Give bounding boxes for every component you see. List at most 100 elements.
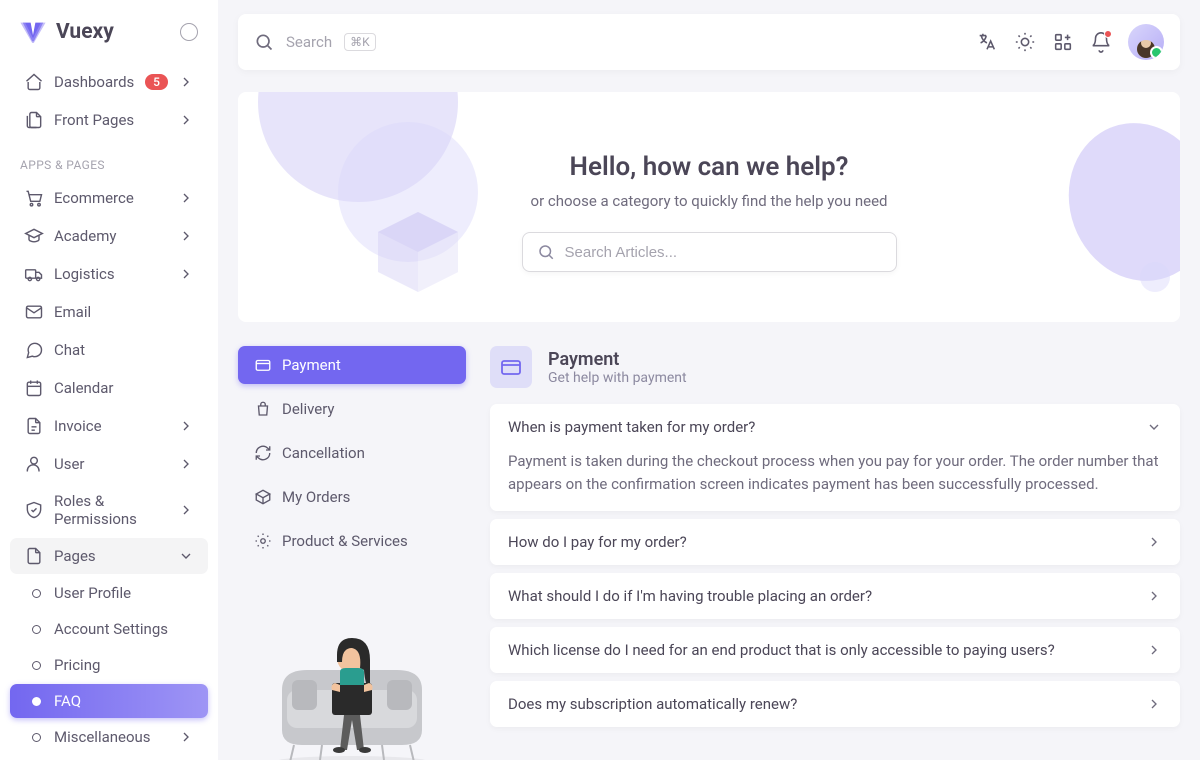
brand-logo-icon (20, 21, 46, 43)
faq-tab-label: My Orders (282, 488, 350, 506)
sidebar-item-ecommerce[interactable]: Ecommerce (10, 180, 208, 216)
sidebar-subitem-miscellaneous[interactable]: Miscellaneous (10, 720, 208, 754)
sidebar-item-invoice[interactable]: Invoice (10, 408, 208, 444)
sidebar-item-label: User Profile (54, 584, 194, 602)
sidebar-toggle-icon[interactable] (180, 23, 198, 41)
sidebar-item-front-pages[interactable]: Front Pages (10, 102, 208, 138)
sidebar-subitem-faq[interactable]: FAQ (10, 684, 208, 718)
chevron-right-icon (178, 266, 194, 282)
chevron-right-icon (1146, 588, 1162, 604)
cart-icon (24, 188, 44, 208)
sidebar-item-chat[interactable]: Chat (10, 332, 208, 368)
sidebar-item-label: Miscellaneous (54, 728, 168, 746)
bell-icon[interactable] (1090, 31, 1112, 53)
invoice-icon (24, 416, 44, 436)
search-icon (254, 32, 274, 52)
sidebar-item-calendar[interactable]: Calendar (10, 370, 208, 406)
bullet-icon (28, 733, 44, 742)
rotate-icon (254, 444, 272, 462)
sidebar-item-label: FAQ (54, 692, 194, 710)
sidebar-subitem-account-settings[interactable]: Account Settings (10, 612, 208, 646)
apps-icon[interactable] (1052, 31, 1074, 53)
theme-icon[interactable] (1014, 31, 1036, 53)
sidebar-subitem-user-profile[interactable]: User Profile (10, 576, 208, 610)
chevron-right-icon (178, 74, 194, 90)
faq-item: How do I pay for my order? (490, 519, 1180, 565)
sidebar-item-label: Pages (54, 547, 168, 565)
sidebar-item-label: Logistics (54, 265, 168, 283)
card-icon (254, 356, 272, 374)
chevron-right-icon (178, 418, 194, 434)
sidebar: Vuexy Dashboards 5 Front Pages APPS & PA… (0, 0, 218, 760)
search-kbd: ⌘K (344, 33, 376, 51)
faq-question-toggle[interactable]: Which license do I need for an end produ… (490, 627, 1180, 673)
deco-dot (1140, 262, 1170, 292)
faq-question-toggle[interactable]: When is payment taken for my order? (490, 404, 1180, 450)
chevron-down-icon (178, 548, 194, 564)
chat-icon (24, 340, 44, 360)
section-label: APPS & PAGES (0, 140, 218, 178)
sidebar-item-label: Account Settings (54, 620, 194, 638)
language-icon[interactable] (976, 31, 998, 53)
topbar: Search ⌘K (238, 14, 1180, 70)
faq-item: Which license do I need for an end produ… (490, 627, 1180, 673)
sidebar-subitem-authentication[interactable]: Authentication (10, 756, 208, 760)
faq-tab-cancellation[interactable]: Cancellation (238, 434, 466, 472)
chevron-right-icon (178, 228, 194, 244)
hero-search[interactable] (522, 232, 897, 272)
sidebar-item-roles-permissions[interactable]: Roles & Permissions (10, 484, 208, 536)
faq-question: Which license do I need for an end produ… (508, 641, 1146, 659)
faq-tab-my-orders[interactable]: My Orders (238, 478, 466, 516)
faq-item: Does my subscription automatically renew… (490, 681, 1180, 727)
chevron-right-icon (178, 112, 194, 128)
brand[interactable]: Vuexy (0, 12, 218, 62)
bullet-icon (28, 625, 44, 634)
faq-question: Does my subscription automatically renew… (508, 695, 1146, 713)
sidebar-item-logistics[interactable]: Logistics (10, 256, 208, 292)
user-icon (24, 454, 44, 474)
chevron-right-icon (178, 190, 194, 206)
mail-icon (24, 302, 44, 322)
badge: 5 (145, 74, 168, 90)
sidebar-item-user[interactable]: User (10, 446, 208, 482)
sidebar-item-pages[interactable]: Pages (10, 538, 208, 574)
sidebar-item-dashboards[interactable]: Dashboards 5 (10, 64, 208, 100)
faq-question: How do I pay for my order? (508, 533, 1146, 551)
sidebar-item-email[interactable]: Email (10, 294, 208, 330)
sidebar-item-label: Dashboards (54, 73, 135, 91)
help-hero: Hello, how can we help? or choose a cate… (238, 92, 1180, 322)
faq-tab-product-services[interactable]: Product & Services (238, 522, 466, 560)
sidebar-item-label: Ecommerce (54, 189, 168, 207)
bag-icon (254, 400, 272, 418)
sidebar-item-label: Pricing (54, 656, 194, 674)
box-icon (254, 488, 272, 506)
sidebar-item-label: Invoice (54, 417, 168, 435)
faq-category-subtitle: Get help with payment (548, 370, 687, 386)
sidebar-item-label: Academy (54, 227, 168, 245)
sidebar-item-label: Roles & Permissions (54, 492, 168, 528)
faq-content: Payment Get help with payment When is pa… (490, 346, 1180, 760)
faq-question-toggle[interactable]: Does my subscription automatically renew… (490, 681, 1180, 727)
truck-icon (24, 264, 44, 284)
card-icon (490, 346, 532, 388)
faq-question-toggle[interactable]: How do I pay for my order? (490, 519, 1180, 565)
bullet-icon (28, 661, 44, 670)
faq-question-toggle[interactable]: What should I do if I'm having trouble p… (490, 573, 1180, 619)
deco-cube (368, 202, 468, 302)
sidebar-item-academy[interactable]: Academy (10, 218, 208, 254)
global-search[interactable]: Search ⌘K (254, 32, 376, 52)
sidebar-item-label: Email (54, 303, 194, 321)
sidebar-subitem-pricing[interactable]: Pricing (10, 648, 208, 682)
hero-search-input[interactable] (565, 244, 882, 261)
faq-tab-label: Product & Services (282, 532, 408, 550)
faq-tabs: Payment Delivery Cancellation My Orders … (238, 346, 466, 760)
main-content: Search ⌘K Hello, how can we help? or cho… (218, 0, 1200, 760)
grad-icon (24, 226, 44, 246)
faq-tab-payment[interactable]: Payment (238, 346, 466, 384)
chevron-right-icon (178, 456, 194, 472)
files-icon (24, 110, 44, 130)
bullet-icon (28, 697, 44, 706)
faq-tab-delivery[interactable]: Delivery (238, 390, 466, 428)
user-avatar[interactable] (1128, 24, 1164, 60)
page-icon (24, 546, 44, 566)
